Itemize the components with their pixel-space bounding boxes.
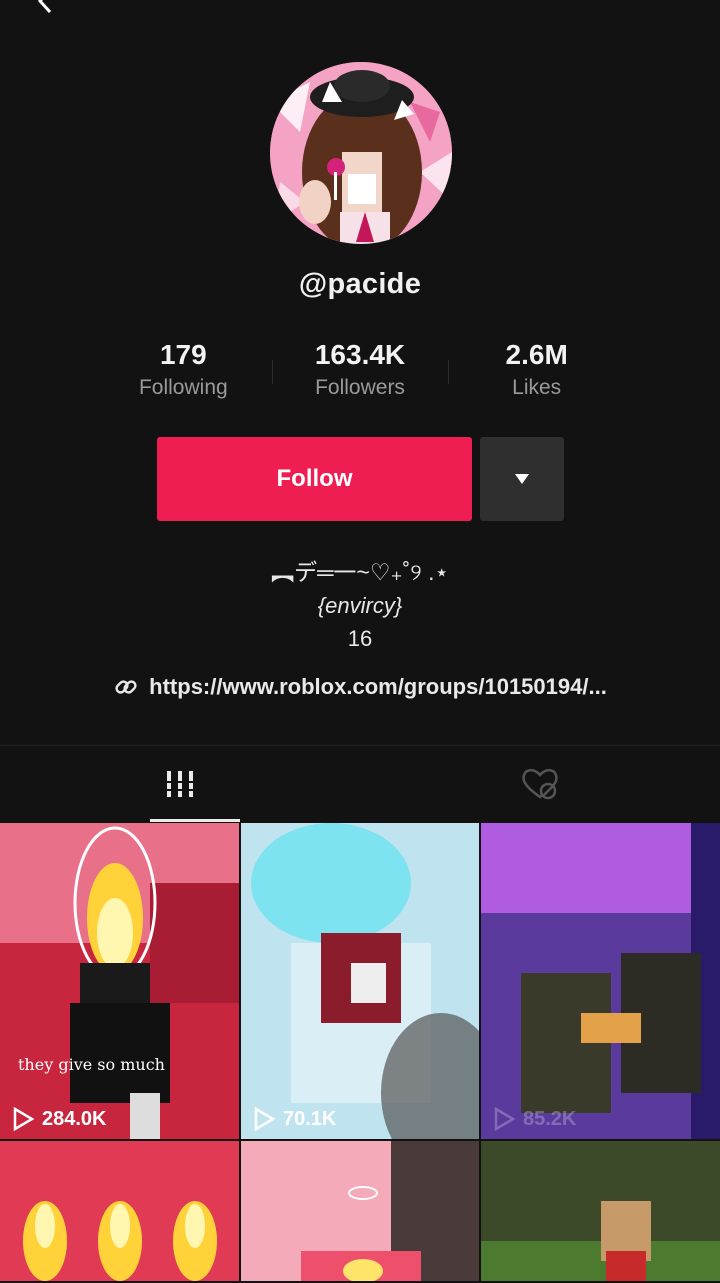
stat-likes[interactable]: 2.6M Likes [448, 338, 625, 408]
play-icon [494, 1107, 515, 1131]
play-icon [13, 1107, 34, 1131]
video-thumbnail[interactable] [0, 1141, 239, 1281]
profile-link-text: https://www.roblox.com/groups/10150194/.… [149, 674, 607, 699]
bio-line: ︻デ═一~♡₊˚୨ .⋆ [271, 559, 449, 585]
view-count: 284.0K [12, 1107, 107, 1131]
grid-icon [167, 771, 193, 797]
view-count: 85.2K [493, 1107, 576, 1131]
bio-line: {envircy} [317, 593, 403, 618]
video-thumbnail-image [0, 823, 239, 1139]
stat-following[interactable]: 179 Following [95, 338, 272, 408]
video-thumbnail-image [481, 823, 720, 1139]
stat-label: Likes [512, 376, 562, 399]
video-thumbnail[interactable]: they give so much 284.0K [0, 823, 239, 1139]
follow-button[interactable]: Follow [157, 437, 472, 521]
active-tab-indicator [150, 819, 240, 822]
stat-value: 163.4K [314, 339, 406, 370]
back-button[interactable] [30, 0, 60, 16]
stat-value: 2.6M [505, 339, 568, 370]
video-thumbnail[interactable] [481, 1141, 720, 1281]
suggested-accounts-button[interactable] [480, 437, 564, 521]
bio: ︻デ═一~♡₊˚୨ .⋆ {envircy} 16 [0, 556, 720, 655]
video-thumbnail[interactable]: 85.2K [481, 823, 720, 1139]
stat-followers[interactable]: 163.4K Followers [271, 338, 449, 408]
stat-value: 179 [159, 339, 207, 370]
back-arrow-icon [37, 0, 52, 14]
video-thumbnail-image [0, 1141, 239, 1281]
view-count-text: 284.0K [42, 1107, 107, 1130]
profile-link[interactable]: https://www.roblox.com/groups/10150194/.… [0, 674, 720, 700]
play-icon [254, 1107, 275, 1131]
username: @pacide [298, 268, 422, 300]
stats-row: 179 Following 163.4K Followers 2.6M Like… [95, 338, 625, 408]
caret-down-icon [515, 474, 529, 484]
liked-hidden-icon [522, 768, 558, 800]
view-count: 70.1K [253, 1107, 336, 1131]
video-thumbnail[interactable] [241, 1141, 479, 1281]
video-grid: they give so much 284.0K 70.1K 85.2K [0, 823, 720, 1283]
video-caption: they give so much [18, 1055, 165, 1074]
stat-label: Following [138, 376, 228, 399]
bio-line: 16 [347, 626, 373, 651]
video-thumbnail-image [241, 1141, 479, 1281]
video-thumbnail-image [481, 1141, 720, 1281]
link-icon [113, 674, 139, 700]
profile-tabs [0, 746, 720, 822]
avatar[interactable] [270, 62, 452, 244]
video-thumbnail-image [241, 823, 479, 1139]
view-count-text: 70.1K [283, 1107, 337, 1130]
video-thumbnail[interactable]: 70.1K [241, 823, 479, 1139]
tab-liked[interactable] [360, 746, 720, 822]
stat-label: Followers [315, 376, 405, 399]
avatar-image [270, 62, 452, 244]
view-count-text: 85.2K [523, 1107, 577, 1130]
tab-videos[interactable] [0, 746, 360, 822]
